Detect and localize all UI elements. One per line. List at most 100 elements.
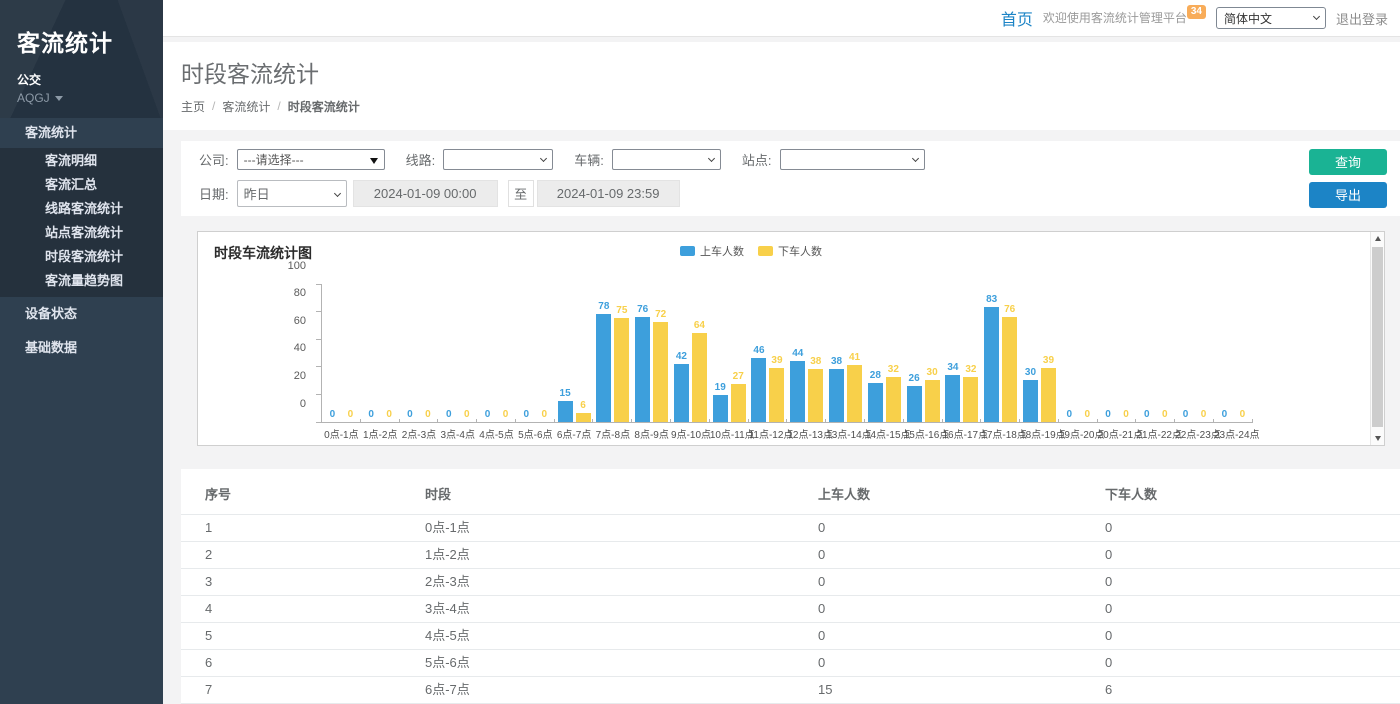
table-cell: 4 <box>181 596 401 623</box>
chevron-down-icon <box>334 190 341 197</box>
bar-column: 0 <box>459 409 474 422</box>
dropdown-triangle-icon <box>370 158 378 164</box>
chart-category-slot: 192710点-11点 <box>710 284 749 439</box>
bar-value-label: 0 <box>464 409 470 420</box>
sidebar-section-passenger-stats[interactable]: 客流统计 <box>0 118 163 148</box>
bar-column: 0 <box>1217 409 1232 422</box>
sidebar-item[interactable]: 基础数据 <box>0 331 163 365</box>
sidebar-subitem[interactable]: 客流明细 <box>0 149 163 173</box>
bar-column: 41 <box>847 352 862 422</box>
bar-pair: 3841 <box>826 284 865 422</box>
breadcrumb-item[interactable]: 客流统计 <box>222 98 270 115</box>
bar-value-label: 46 <box>753 345 764 356</box>
chevron-down-icon <box>540 155 547 162</box>
logout-link[interactable]: 退出登录 <box>1336 9 1390 28</box>
bar-pair: 4438 <box>787 284 826 422</box>
breadcrumb-item[interactable]: 主页 <box>181 98 205 115</box>
bar-value-label: 6 <box>580 400 586 411</box>
bar-value-label: 39 <box>771 355 782 366</box>
legend-entry[interactable]: 上车人数 <box>680 243 744 259</box>
bar <box>653 322 668 421</box>
line-select[interactable] <box>443 149 553 170</box>
page-heading: 时段客流统计 主页/客流统计/时段客流统计 <box>163 42 1400 130</box>
bar-pair: 00 <box>1136 284 1175 422</box>
x-axis-label: 16点-17点 <box>943 426 982 439</box>
bar <box>596 314 611 422</box>
scrollbar-up-icon[interactable] <box>1371 232 1384 246</box>
x-axis-label: 11点-12点 <box>749 426 788 439</box>
org-selector[interactable]: AQGJ <box>17 91 163 105</box>
bar <box>790 361 805 422</box>
bar-value-label: 0 <box>446 409 452 420</box>
table-cell: 7 <box>181 677 401 704</box>
table-row: 76点-7点156 <box>181 677 1400 704</box>
bar <box>713 395 728 421</box>
table-cell: 0 <box>1081 569 1400 596</box>
sidebar-subitem[interactable]: 时段客流统计 <box>0 245 163 269</box>
x-axis-label: 20点-21点 <box>1098 426 1137 439</box>
org-code-label: AQGJ <box>17 91 50 105</box>
bar-column: 0 <box>382 409 397 422</box>
chart-category-slot: 46 39 11点-12点 <box>749 284 788 439</box>
x-axis-label: 2点-3点 <box>400 426 439 439</box>
date-to-input[interactable]: 2024-01-09 23:59 <box>537 180 680 207</box>
bar-value-label: 42 <box>676 351 687 362</box>
export-button[interactable]: 导出 <box>1309 182 1387 208</box>
chevron-down-icon <box>55 96 63 101</box>
bar-column: 27 <box>731 371 746 421</box>
bar-column: 38 <box>808 356 823 421</box>
chart-scrollbar[interactable] <box>1370 232 1384 445</box>
scrollbar-down-icon[interactable] <box>1371 431 1384 445</box>
bar-value-label: 0 <box>1123 409 1129 420</box>
company-filter: 公司: ---请选择--- <box>199 149 385 170</box>
scrollbar-thumb[interactable] <box>1372 247 1383 427</box>
notification-badge[interactable]: 34 <box>1187 5 1206 19</box>
table-header-cell: 时段 <box>401 471 794 515</box>
bar-value-label: 28 <box>870 370 881 381</box>
table-header-cell: 上车人数 <box>794 471 1081 515</box>
x-axis-label: 21点-22点 <box>1136 426 1175 439</box>
date-from-input[interactable]: 2024-01-09 00:00 <box>353 180 498 207</box>
breadcrumb-item: 时段客流统计 <box>288 98 360 115</box>
sidebar-subitem[interactable]: 客流汇总 <box>0 173 163 197</box>
bar-pair: 00 <box>516 284 555 422</box>
vehicle-select[interactable] <box>612 149 721 170</box>
bar-column: 0 <box>420 409 435 422</box>
breadcrumb: 主页/客流统计/时段客流统计 <box>181 98 1400 115</box>
date-preset-value: 昨日 <box>244 184 270 203</box>
company-select[interactable]: ---请选择--- <box>237 149 385 170</box>
bar-column: 19 <box>713 382 728 421</box>
bar-pair: 156 <box>555 284 594 422</box>
bar <box>769 368 784 422</box>
station-select[interactable] <box>780 149 925 170</box>
bar-column: 0 <box>1119 409 1134 422</box>
x-axis-label: 1点-2点 <box>361 426 400 439</box>
bar-value-label: 39 <box>1043 355 1054 366</box>
query-button[interactable]: 查询 <box>1309 149 1387 175</box>
bar-pair: 00 <box>400 284 439 422</box>
app-root: 客流统计 公交 AQGJ 客流统计 客流明细客流汇总线路客流统计站点客流统计时段… <box>0 0 1400 704</box>
sidebar-subitem[interactable]: 客流量趋势图 <box>0 269 163 293</box>
x-axis-label: 17点-18点 <box>981 426 1020 439</box>
x-axis-label: 19点-20点 <box>1059 426 1098 439</box>
sidebar-submenu: 客流明细客流汇总线路客流统计站点客流统计时段客流统计客流量趋势图 <box>0 148 163 297</box>
bar-value-label: 30 <box>1025 367 1036 378</box>
x-axis-label: 18点-19点 <box>1020 426 1059 439</box>
sidebar-subitem[interactable]: 线路客流统计 <box>0 197 163 221</box>
bar-value-label: 0 <box>348 409 354 420</box>
x-axis-label: 4点-5点 <box>477 426 516 439</box>
bar-column: 0 <box>537 409 552 422</box>
chart-category-slot: 30 39 18点-19点 <box>1020 284 1059 439</box>
bar-pair: 4264 <box>671 284 710 422</box>
sidebar-subitem[interactable]: 站点客流统计 <box>0 221 163 245</box>
date-preset-select[interactable]: 昨日 <box>237 180 347 207</box>
y-axis-tick-label: 20 <box>294 370 306 382</box>
chart-category-slot: 283214点-15点 <box>865 284 904 439</box>
sidebar-item[interactable]: 设备状态 <box>0 297 163 331</box>
bar <box>963 377 978 421</box>
legend-entry[interactable]: 下车人数 <box>758 243 822 259</box>
home-link[interactable]: 首页 <box>1001 6 1033 30</box>
bar-value-label: 0 <box>368 409 374 420</box>
table-cell: 0 <box>794 596 1081 623</box>
language-select[interactable]: 简体中文 <box>1216 7 1326 29</box>
